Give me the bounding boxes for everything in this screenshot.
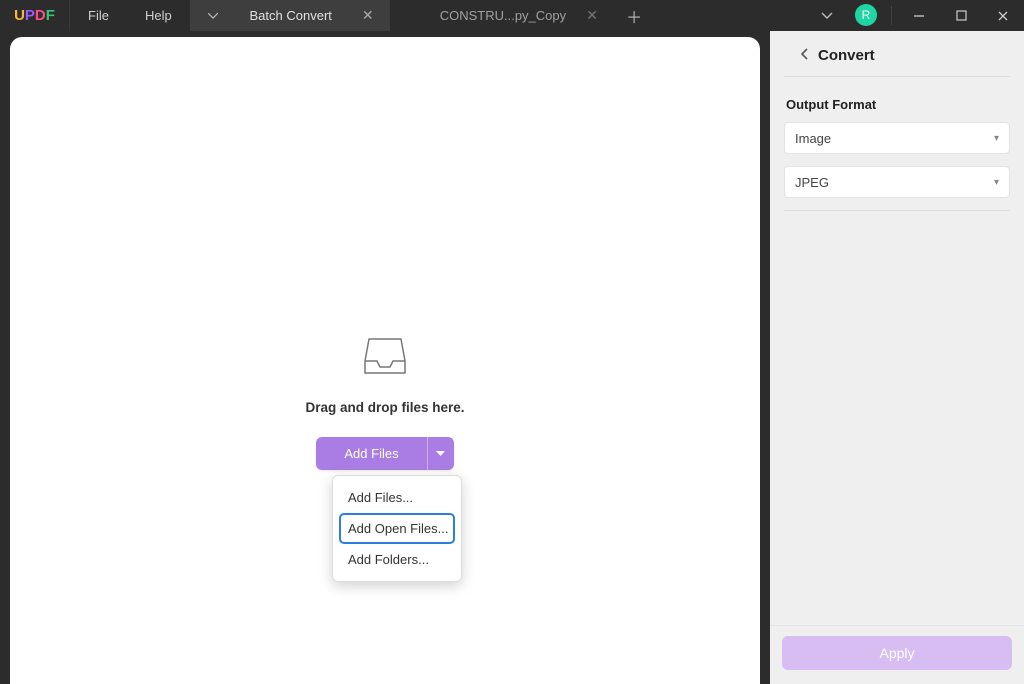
convert-panel: Convert Output Format Image ▾ JPEG ▾ App…: [770, 31, 1024, 684]
titlebar: UPDF File Help Batch Convert ✕ CONSTRU..…: [0, 0, 1024, 31]
panel-divider: [784, 210, 1010, 211]
drop-zone: Drag and drop files here. Add Files: [235, 337, 535, 470]
tab-batch-convert[interactable]: Batch Convert ✕: [190, 0, 390, 31]
window-close[interactable]: [982, 0, 1024, 31]
menu-help[interactable]: Help: [127, 0, 190, 31]
panel-title: Convert: [818, 47, 875, 64]
separator: [891, 6, 892, 25]
logo-letter-f: F: [46, 7, 55, 24]
dropdown-item-add-files[interactable]: Add Files...: [339, 482, 455, 513]
app-window: UPDF File Help Batch Convert ✕ CONSTRU..…: [0, 0, 1024, 684]
canvas-wrap: Drag and drop files here. Add Files Add …: [0, 31, 770, 684]
add-files-button[interactable]: Add Files: [316, 437, 453, 470]
add-files-caret-icon[interactable]: [428, 437, 454, 470]
tab-label: Batch Convert: [240, 8, 342, 23]
logo-letter-u: U: [14, 7, 25, 24]
tab-construpy[interactable]: CONSTRU...py_Copy ✕: [390, 0, 614, 31]
apply-button[interactable]: Apply: [782, 636, 1012, 670]
user-avatar[interactable]: R: [855, 4, 877, 26]
output-format-select[interactable]: Image ▾: [784, 122, 1010, 154]
menu-file[interactable]: File: [70, 0, 127, 31]
tab-dropdown-icon[interactable]: [204, 13, 222, 19]
tab-label: CONSTRU...py_Copy: [440, 8, 566, 23]
window-minimize[interactable]: [898, 0, 940, 31]
add-files-dropdown: Add Files... Add Open Files... Add Folde…: [332, 475, 462, 582]
panel-header: Convert: [784, 31, 1010, 77]
output-subformat-select[interactable]: JPEG ▾: [784, 166, 1010, 198]
window-maximize[interactable]: [940, 0, 982, 31]
inbox-icon: [235, 337, 535, 382]
canvas[interactable]: Drag and drop files here. Add Files Add …: [10, 37, 760, 684]
tab-close-icon[interactable]: ✕: [584, 7, 600, 24]
dropdown-item-add-open-files[interactable]: Add Open Files...: [339, 513, 455, 544]
dropdown-item-add-folders[interactable]: Add Folders...: [339, 544, 455, 575]
logo-letter-d: D: [35, 7, 46, 24]
new-tab-button[interactable]: ＋: [614, 0, 654, 31]
logo-letter-p: P: [25, 7, 35, 24]
chevron-down-icon: ▾: [994, 133, 999, 144]
app-logo: UPDF: [0, 0, 70, 31]
titlebar-dropdown[interactable]: [807, 0, 847, 31]
panel-footer: Apply: [770, 625, 1024, 684]
panel-body: Output Format Image ▾ JPEG ▾: [770, 77, 1024, 225]
output-subformat-value: JPEG: [795, 175, 829, 190]
output-format-value: Image: [795, 131, 831, 146]
output-format-label: Output Format: [786, 97, 1008, 112]
chevron-down-icon: ▾: [994, 177, 999, 188]
add-files-button-label: Add Files: [316, 437, 426, 470]
workspace: Drag and drop files here. Add Files Add …: [0, 31, 1024, 684]
tab-close-icon[interactable]: ✕: [360, 7, 376, 24]
back-icon[interactable]: [800, 47, 808, 64]
drop-text: Drag and drop files here.: [235, 400, 535, 415]
